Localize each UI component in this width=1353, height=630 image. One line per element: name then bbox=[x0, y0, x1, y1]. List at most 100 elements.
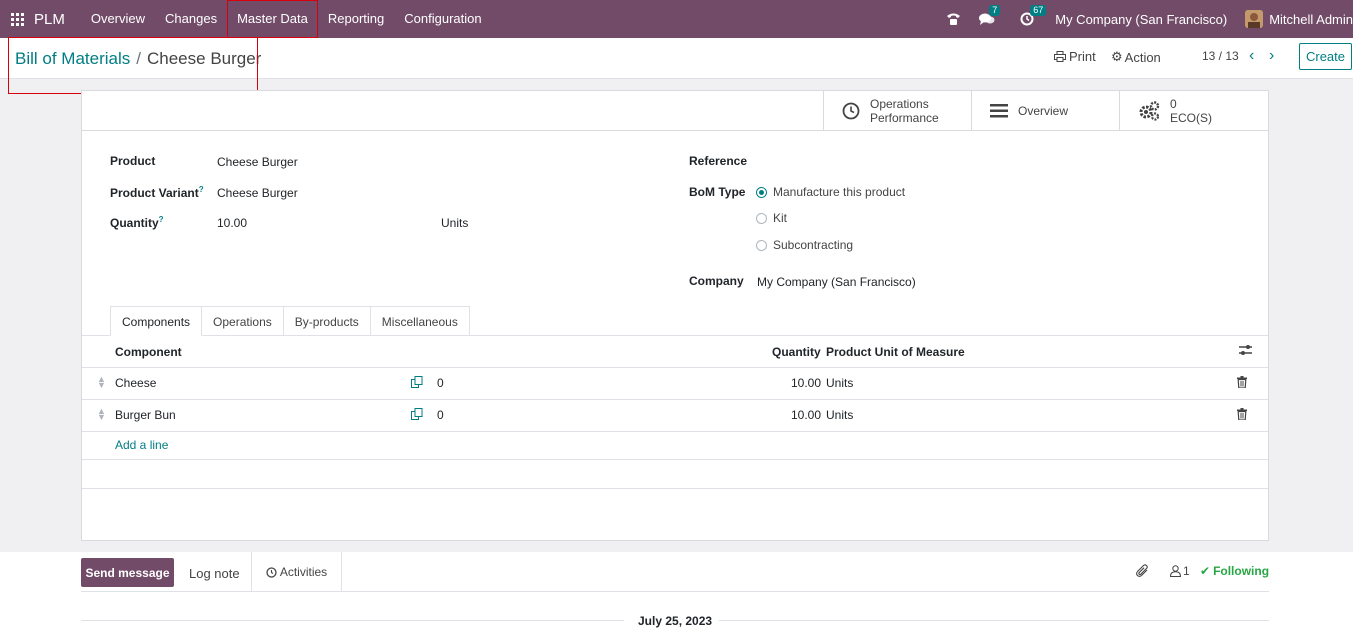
breadcrumb-separator: / bbox=[136, 49, 141, 68]
messages-icon[interactable]: 7 bbox=[979, 5, 1001, 26]
company-field[interactable]: My Company (San Francisco) bbox=[757, 275, 916, 289]
pager-previous-icon[interactable]: ‹ bbox=[1249, 47, 1254, 65]
overview-button[interactable]: Overview bbox=[971, 91, 1120, 130]
operations-label-line2: Performance bbox=[870, 110, 939, 125]
eco-button[interactable]: 0 ECO(S) bbox=[1119, 91, 1268, 130]
row-uom[interactable]: Units bbox=[826, 408, 853, 422]
bom-type-label: BoM Type bbox=[689, 185, 746, 199]
tab-miscellaneous[interactable]: Miscellaneous bbox=[370, 306, 470, 336]
help-icon[interactable]: ? bbox=[159, 215, 164, 224]
tab-by-products[interactable]: By-products bbox=[283, 306, 371, 336]
product-field[interactable]: Cheese Burger bbox=[217, 155, 298, 169]
phone-icon[interactable] bbox=[946, 12, 961, 26]
operations-label-line1: Operations bbox=[870, 96, 929, 111]
quantity-field[interactable]: 10.00 bbox=[217, 216, 247, 230]
row-quantity[interactable]: 10.00 bbox=[791, 376, 821, 390]
bom-type-subcontracting-radio[interactable]: Subcontracting bbox=[756, 238, 853, 252]
top-navbar: PLM Overview Changes Master Data Reporti… bbox=[0, 0, 1353, 38]
add-line-link[interactable]: Add a line bbox=[115, 438, 168, 452]
table-row[interactable]: ▲ ▼ Burger Bun 0 10.00 Units bbox=[82, 400, 1268, 432]
quantity-label: Quantity? bbox=[110, 215, 164, 230]
notebook-tabs: Components Operations By-products Miscel… bbox=[110, 306, 470, 336]
column-component[interactable]: Component bbox=[115, 345, 182, 359]
print-label: Print bbox=[1069, 49, 1096, 64]
gear-icon: ⚙ bbox=[1111, 49, 1123, 64]
pager-value[interactable]: 13 / 13 bbox=[1202, 49, 1239, 63]
breadcrumb-parent-link[interactable]: Bill of Materials bbox=[15, 49, 130, 68]
activities-button[interactable]: Activities bbox=[251, 552, 342, 592]
following-label: Following bbox=[1213, 564, 1270, 578]
log-note-button[interactable]: Log note bbox=[189, 566, 240, 581]
create-button[interactable]: Create bbox=[1299, 43, 1352, 70]
menu-reporting[interactable]: Reporting bbox=[318, 0, 394, 38]
variants-icon[interactable] bbox=[411, 408, 423, 424]
operations-performance-button[interactable]: Operations Performance bbox=[823, 91, 972, 130]
breadcrumb-current: Cheese Burger bbox=[147, 49, 262, 68]
reference-label: Reference bbox=[689, 154, 748, 168]
followers-button[interactable]: 1 bbox=[1170, 564, 1190, 578]
control-panel: Bill of Materials / Cheese Burger Print ⚙ … bbox=[0, 38, 1353, 79]
table-row[interactable]: ▲ ▼ Cheese 0 10.00 Units bbox=[82, 368, 1268, 400]
cogs-icon bbox=[1138, 100, 1160, 121]
drag-handle-icon[interactable]: ▲ ▼ bbox=[97, 375, 106, 390]
pager-next-icon[interactable]: › bbox=[1269, 47, 1274, 65]
trash-icon[interactable] bbox=[1237, 408, 1247, 423]
product-variant-field[interactable]: Cheese Burger bbox=[217, 186, 298, 200]
column-uom[interactable]: Product Unit of Measure bbox=[826, 345, 965, 359]
components-table-header: Component Quantity Product Unit of Measu… bbox=[82, 336, 1268, 368]
row-variants-count: 0 bbox=[437, 408, 444, 422]
menu-overview[interactable]: Overview bbox=[81, 0, 155, 38]
quantity-uom-field[interactable]: Units bbox=[441, 216, 468, 230]
paperclip-icon[interactable] bbox=[1136, 564, 1149, 578]
stat-button-box: Operations Performance Overview 0 ECO(S) bbox=[82, 91, 1268, 131]
date-separator: July 25, 2023 bbox=[81, 612, 1269, 630]
menu-changes[interactable]: Changes bbox=[155, 0, 227, 38]
user-avatar[interactable] bbox=[1245, 10, 1264, 28]
drag-handle-icon[interactable]: ▲ ▼ bbox=[97, 407, 106, 422]
help-icon[interactable]: ? bbox=[199, 185, 204, 194]
trash-icon[interactable] bbox=[1237, 376, 1247, 391]
date-divider-right bbox=[719, 620, 1269, 621]
following-button[interactable]: ✔ Following bbox=[1200, 564, 1269, 578]
breadcrumb: Bill of Materials / Cheese Burger bbox=[15, 49, 261, 69]
eco-count: 0 bbox=[1170, 96, 1177, 111]
column-quantity[interactable]: Quantity bbox=[772, 345, 821, 359]
row-component[interactable]: Burger Bun bbox=[115, 408, 176, 422]
tab-components[interactable]: Components bbox=[110, 306, 203, 336]
menu-master-data[interactable]: Master Data bbox=[227, 0, 318, 38]
chatter: Send message Log note Activities 1 ✔ Fol… bbox=[0, 552, 1353, 630]
bom-type-kit-label: Kit bbox=[773, 211, 788, 225]
user-menu[interactable]: Mitchell Admin bbox=[1269, 12, 1353, 27]
row-uom[interactable]: Units bbox=[826, 376, 853, 390]
optional-columns-icon[interactable] bbox=[1239, 344, 1252, 359]
company-switcher[interactable]: My Company (San Francisco) bbox=[1055, 12, 1227, 27]
radio-selected-icon bbox=[756, 186, 767, 198]
apps-menu-icon[interactable] bbox=[0, 0, 34, 38]
chatter-topbar: Send message Log note Activities 1 ✔ Fol… bbox=[81, 552, 1269, 592]
date-divider-left bbox=[81, 620, 624, 621]
variants-icon[interactable] bbox=[411, 376, 423, 392]
bom-type-manufacture-label: Manufacture this product bbox=[773, 185, 906, 199]
tab-operations[interactable]: Operations bbox=[202, 306, 284, 336]
activities-clock-icon[interactable]: 67 bbox=[1020, 5, 1047, 26]
row-component[interactable]: Cheese bbox=[115, 376, 156, 390]
action-button[interactable]: ⚙ Action bbox=[1111, 49, 1161, 65]
bars-icon bbox=[990, 103, 1008, 119]
activities-label: Activities bbox=[279, 565, 328, 579]
product-label: Product bbox=[110, 154, 156, 168]
row-quantity[interactable]: 10.00 bbox=[791, 408, 821, 422]
date-label: July 25, 2023 bbox=[638, 614, 713, 628]
messages-count-badge: 7 bbox=[989, 5, 1001, 16]
clock-icon bbox=[842, 102, 860, 120]
bom-type-kit-radio[interactable]: Kit bbox=[756, 211, 787, 225]
radio-empty-icon bbox=[756, 212, 767, 224]
eco-label: ECO(S) bbox=[1170, 110, 1212, 125]
app-brand[interactable]: PLM bbox=[34, 11, 65, 28]
clock-icon bbox=[266, 566, 277, 578]
menu-configuration[interactable]: Configuration bbox=[394, 0, 491, 38]
form-sheet: Operations Performance Overview 0 ECO(S)… bbox=[81, 90, 1269, 541]
send-message-button[interactable]: Send message bbox=[81, 558, 174, 587]
bom-type-manufacture-radio[interactable]: Manufacture this product bbox=[756, 185, 905, 199]
print-button[interactable]: Print bbox=[1054, 49, 1096, 64]
radio-empty-icon bbox=[756, 239, 767, 251]
